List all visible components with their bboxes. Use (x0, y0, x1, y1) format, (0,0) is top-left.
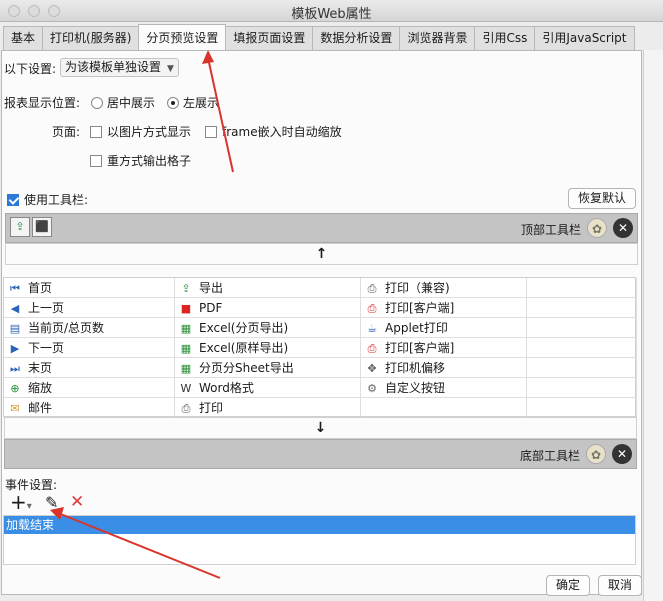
annotation-arrows (50, 50, 234, 579)
tab-page-preview[interactable]: 分页预览设置 (138, 24, 227, 50)
dialog-window: 模板Web属性 基本 打印机(服务器) 分页预览设置 填报页面设置 数据分析设置… (0, 0, 663, 601)
annotation-arrow-head (50, 507, 64, 520)
annotation-arrow-line (207, 57, 234, 173)
annotation-arrow-head (202, 50, 214, 64)
annotation-arrow-line (57, 512, 221, 579)
